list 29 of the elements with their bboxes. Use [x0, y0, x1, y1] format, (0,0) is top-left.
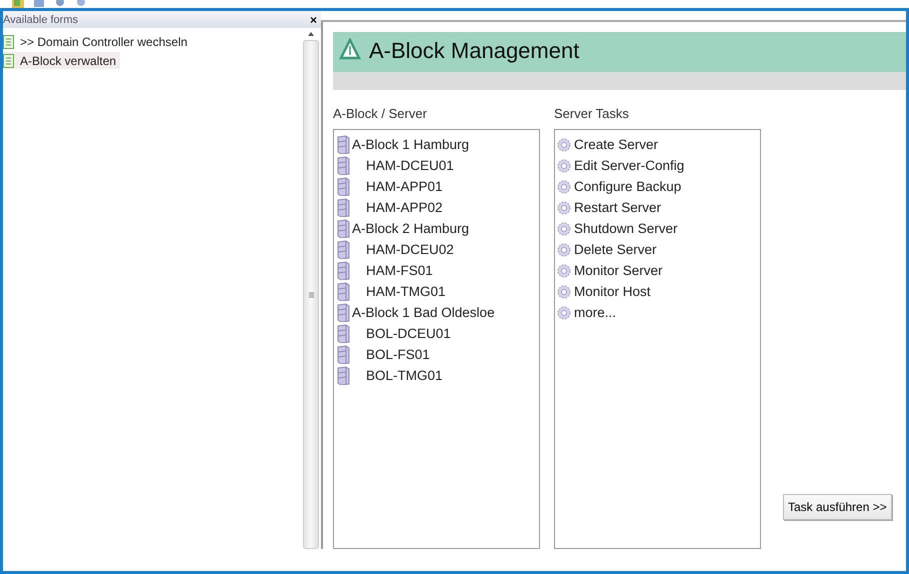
column-label: Server Tasks [554, 106, 630, 121]
tree-item[interactable]: HAM-APP02 [336, 197, 443, 218]
tree-item[interactable]: HAM-DCEU01 [336, 155, 454, 176]
tree-item[interactable]: A-Block 1 Bad Oldesloe [336, 302, 495, 323]
panel-title: Available forms [3, 14, 78, 26]
tree-item[interactable]: BOL-DCEU01 [336, 323, 451, 344]
run-task-button[interactable]: Task ausführen >> [783, 494, 892, 520]
tree-item[interactable]: BOL-FS01 [336, 344, 430, 365]
column-label: A-Block / Server [333, 106, 428, 121]
tree-item[interactable]: HAM-APP01 [336, 176, 443, 197]
task-item[interactable]: Configure Backup [557, 176, 682, 197]
task-item[interactable]: Restart Server [557, 197, 662, 218]
task-item[interactable]: Monitor Server [557, 260, 663, 281]
form-item[interactable]: A-Block verwalten [3, 52, 120, 69]
page-title: A-Block Management [369, 38, 580, 64]
close-button[interactable]: × [310, 12, 317, 26]
tree-item[interactable]: HAM-TMG01 [336, 281, 446, 302]
tree-item[interactable]: A-Block 1 Hamburg [336, 134, 470, 155]
task-item[interactable]: Delete Server [557, 239, 657, 260]
tree-item[interactable]: A-Block 2 Hamburg [336, 218, 470, 239]
task-item[interactable]: Edit Server-Config [557, 155, 684, 176]
form-item[interactable]: >> Domain Controller wechseln [3, 33, 192, 50]
tree-item[interactable]: BOL-TMG01 [336, 365, 443, 386]
tree-item[interactable]: HAM-DCEU02 [336, 239, 454, 260]
task-item[interactable]: Monitor Host [557, 281, 651, 302]
task-item[interactable]: Create Server [557, 134, 658, 155]
task-item[interactable]: Shutdown Server [557, 218, 678, 239]
task-item[interactable]: more... [557, 302, 616, 323]
tree-item[interactable]: HAM-FS01 [336, 260, 433, 281]
